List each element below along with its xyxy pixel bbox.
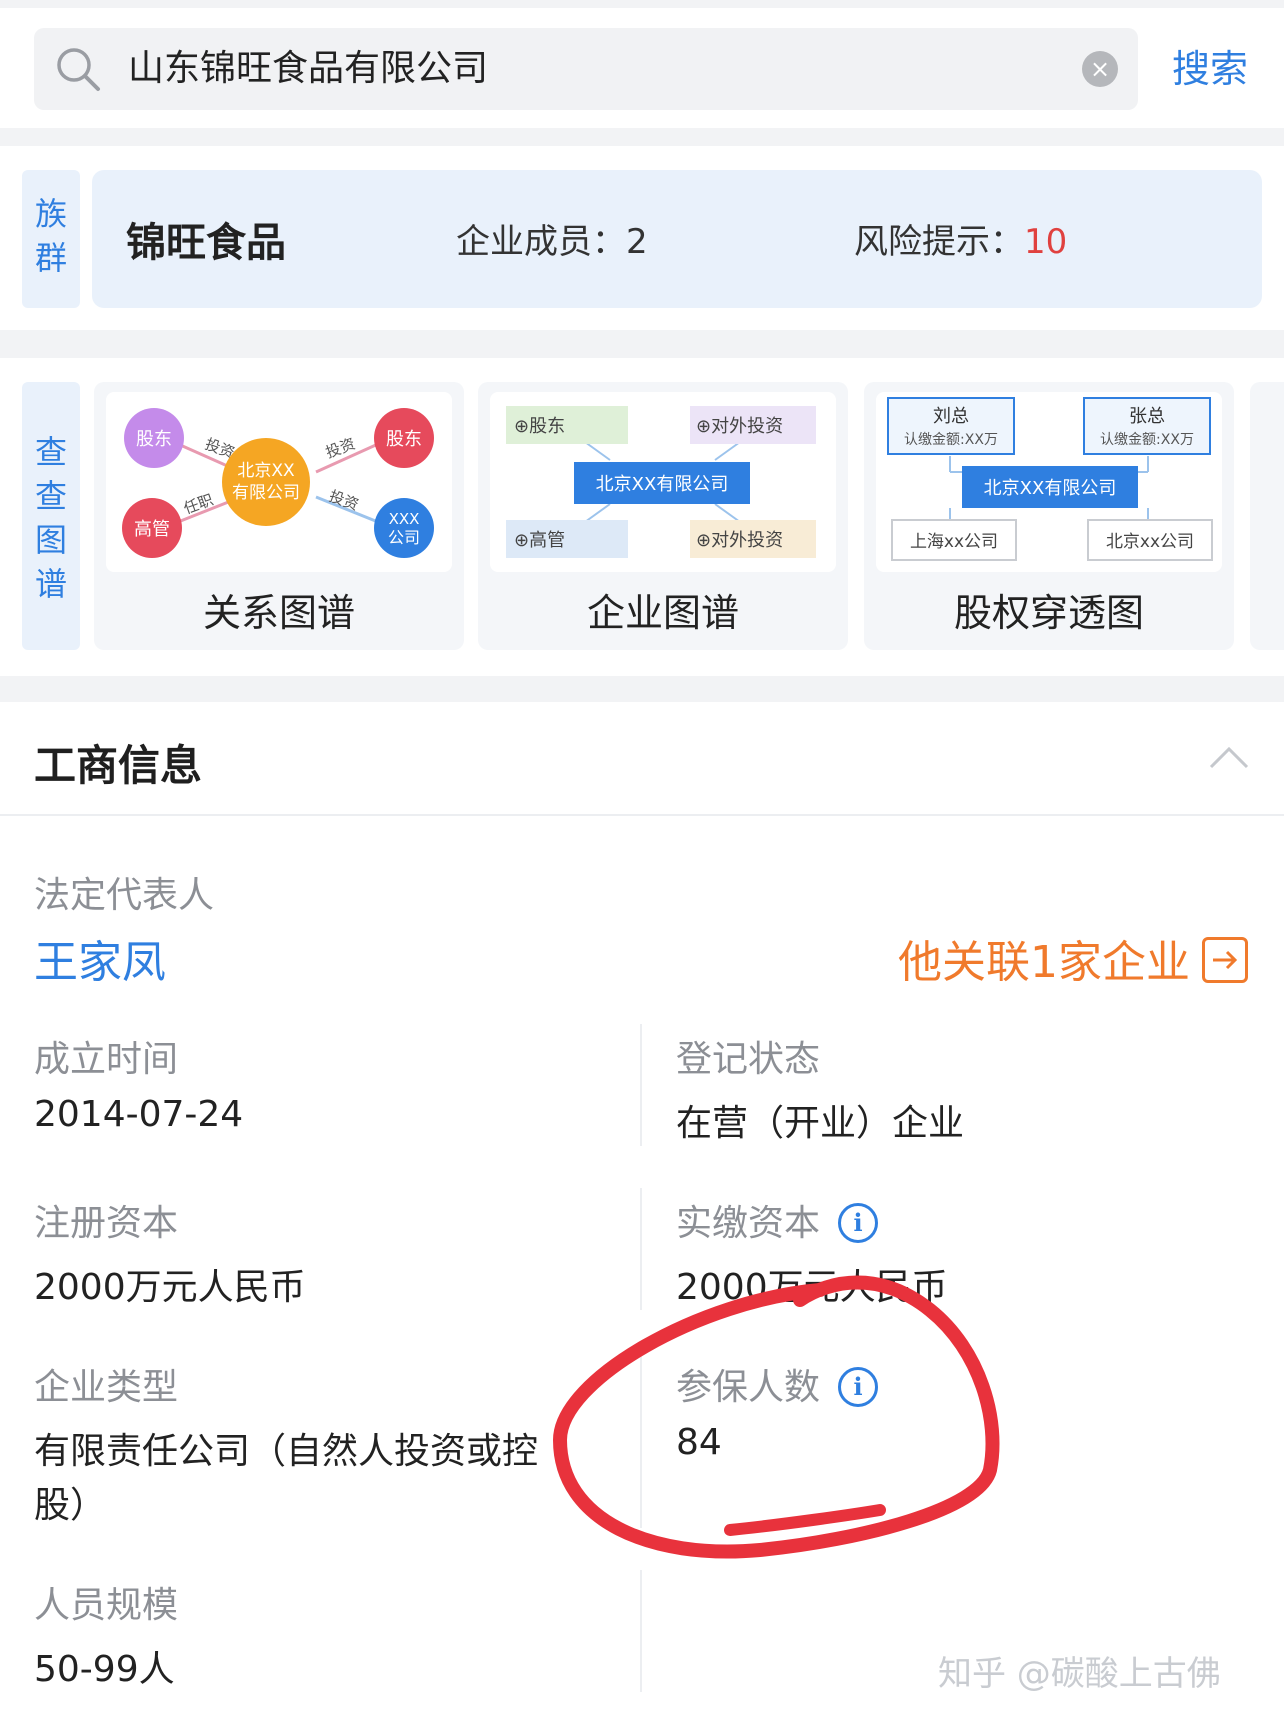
graphs-tag-char: 图 bbox=[34, 521, 67, 559]
section-gap bbox=[0, 676, 1284, 702]
column-divider bbox=[640, 1570, 642, 1692]
paid-capital-label: 实缴资本 bbox=[676, 1203, 821, 1244]
enterprise-graph-card[interactable]: ⊕股东 ⊕对外投资 北京XX有限公司 ⊕高管 ⊕对外投资 企业图谱 bbox=[478, 382, 848, 650]
top-divider bbox=[0, 0, 1284, 8]
status-value: 在营（开业）企业 bbox=[676, 1103, 965, 1144]
node-person-name: 张总 bbox=[1129, 406, 1165, 427]
column-divider bbox=[640, 1352, 642, 1528]
linked-companies-link[interactable]: 他关联1家企业 bbox=[898, 926, 1248, 990]
company-type-value-line1: 有限责任公司（自然人投资或控 bbox=[34, 1431, 539, 1472]
node-company-label: XXX bbox=[389, 510, 420, 528]
group-tag: 族 群 bbox=[22, 170, 80, 308]
edge-label-invest: 投资 bbox=[323, 435, 357, 462]
risk-label: 风险提示： bbox=[854, 222, 1024, 262]
enterprise-graph-thumbnail: ⊕股东 ⊕对外投资 北京XX有限公司 ⊕高管 ⊕对外投资 bbox=[490, 392, 836, 572]
section-divider bbox=[0, 814, 1284, 816]
edge-label-serve: 任职 bbox=[181, 491, 215, 518]
staff-size-value: 50-99人 bbox=[34, 1649, 175, 1690]
legal-rep-name-link[interactable]: 王家凤 bbox=[34, 926, 166, 990]
node-person-amount: 认缴金额:XX万 bbox=[904, 432, 998, 448]
paid-capital-label-row: 实缴资本 i bbox=[676, 1194, 879, 1246]
search-button[interactable]: 搜索 bbox=[1172, 28, 1272, 110]
chevron-up-icon[interactable] bbox=[1208, 744, 1250, 770]
equity-graph-thumbnail: 刘总 认缴金额:XX万 张总 认缴金额:XX万 北京XX有限公司 上海xx公司 … bbox=[876, 392, 1222, 572]
node-shareholder-label: 股东 bbox=[136, 429, 172, 450]
insured-label: 参保人数 bbox=[676, 1367, 821, 1408]
graphs-tag-char: 谱 bbox=[34, 565, 67, 603]
relationship-graph-label: 关系图谱 bbox=[202, 591, 355, 635]
node-outbound-label: ⊕对外投资 bbox=[696, 530, 783, 551]
node-outbound-label: ⊕对外投资 bbox=[696, 416, 783, 437]
relationship-graph-thumbnail: 投资 投资 任职 投资 股东 股东 北京XX 有限公司 高管 XXX 公司 bbox=[106, 392, 452, 572]
group-tag-char: 群 bbox=[34, 239, 67, 277]
reg-capital-value: 2000万元人民币 bbox=[34, 1267, 306, 1308]
node-executive-label: 高管 bbox=[134, 519, 170, 540]
members-label: 企业成员： bbox=[456, 222, 626, 262]
equity-graph-label: 股权穿透图 bbox=[953, 591, 1144, 635]
company-type-value-line2: 股） bbox=[34, 1485, 107, 1526]
group-name: 锦旺食品 bbox=[126, 220, 286, 266]
arrow-right-box-icon bbox=[1202, 937, 1248, 983]
relationship-graph-card[interactable]: 投资 投资 任职 投资 股东 股东 北京XX 有限公司 高管 XXX 公司 关系… bbox=[94, 382, 464, 650]
column-divider bbox=[640, 1024, 642, 1146]
info-icon[interactable]: i bbox=[838, 1367, 879, 1407]
section-gap bbox=[0, 128, 1284, 146]
watermark: 知乎 @碳酸上古佛 bbox=[938, 1654, 1221, 1694]
node-shareholder-label: ⊕股东 bbox=[514, 416, 565, 437]
founded-label: 成立时间 bbox=[34, 1039, 179, 1080]
group-card[interactable]: 锦旺食品 企业成员：2 风险提示：10 bbox=[92, 170, 1262, 308]
group-tag-char: 族 bbox=[34, 195, 67, 233]
column-divider bbox=[640, 1188, 642, 1310]
node-center-label: 有限公司 bbox=[232, 483, 300, 503]
node-shareholder-label: 股东 bbox=[386, 429, 422, 450]
node-center-label: 北京XX bbox=[237, 461, 295, 481]
section-gap bbox=[0, 330, 1284, 358]
reg-capital-label: 注册资本 bbox=[34, 1203, 179, 1244]
status-label: 登记状态 bbox=[676, 1039, 821, 1080]
founded-value: 2014-07-24 bbox=[34, 1094, 244, 1135]
members-count: 2 bbox=[626, 222, 648, 262]
node-executive-label: ⊕高管 bbox=[514, 530, 565, 551]
node-company-label: 公司 bbox=[388, 528, 420, 547]
insured-label-row: 参保人数 i bbox=[676, 1358, 879, 1410]
company-type-label: 企业类型 bbox=[34, 1367, 179, 1408]
edge-label-invest: 投资 bbox=[327, 487, 361, 514]
graphs-tag-char: 查 bbox=[34, 477, 67, 515]
legal-rep-label: 法定代表人 bbox=[34, 875, 215, 916]
graphs-tag: 查 查 图 谱 bbox=[22, 382, 80, 650]
node-person-name: 刘总 bbox=[933, 406, 969, 427]
info-icon[interactable]: i bbox=[838, 1203, 879, 1243]
group-risk[interactable]: 风险提示：10 bbox=[854, 214, 1067, 263]
node-center-company bbox=[222, 438, 310, 526]
enterprise-graph-label: 企业图谱 bbox=[586, 591, 739, 635]
paid-capital-value: 2000万元人民币 bbox=[676, 1267, 948, 1308]
search-icon bbox=[57, 48, 100, 91]
node-center-label: 北京XX有限公司 bbox=[984, 478, 1117, 499]
risk-count: 10 bbox=[1024, 222, 1068, 262]
staff-size-label: 人员规模 bbox=[34, 1585, 179, 1626]
node-child-label: 上海xx公司 bbox=[910, 532, 998, 552]
linked-companies-text: 他关联1家企业 bbox=[898, 937, 1190, 988]
graphs-tag-char: 查 bbox=[34, 433, 67, 471]
equity-graph-card[interactable]: 刘总 认缴金额:XX万 张总 认缴金额:XX万 北京XX有限公司 上海xx公司 … bbox=[864, 382, 1234, 650]
node-center-label: 北京XX有限公司 bbox=[596, 474, 729, 495]
search-bar[interactable]: × bbox=[34, 28, 1138, 110]
clear-icon[interactable]: × bbox=[1082, 51, 1118, 87]
node-child-label: 北京xx公司 bbox=[1106, 532, 1194, 552]
section-title: 工商信息 bbox=[34, 741, 203, 790]
group-members[interactable]: 企业成员：2 bbox=[456, 214, 648, 263]
node-person-amount: 认缴金额:XX万 bbox=[1100, 432, 1194, 448]
next-graph-card-peek[interactable] bbox=[1250, 382, 1284, 650]
search-input[interactable] bbox=[128, 28, 1008, 110]
insured-value: 84 bbox=[676, 1422, 722, 1463]
